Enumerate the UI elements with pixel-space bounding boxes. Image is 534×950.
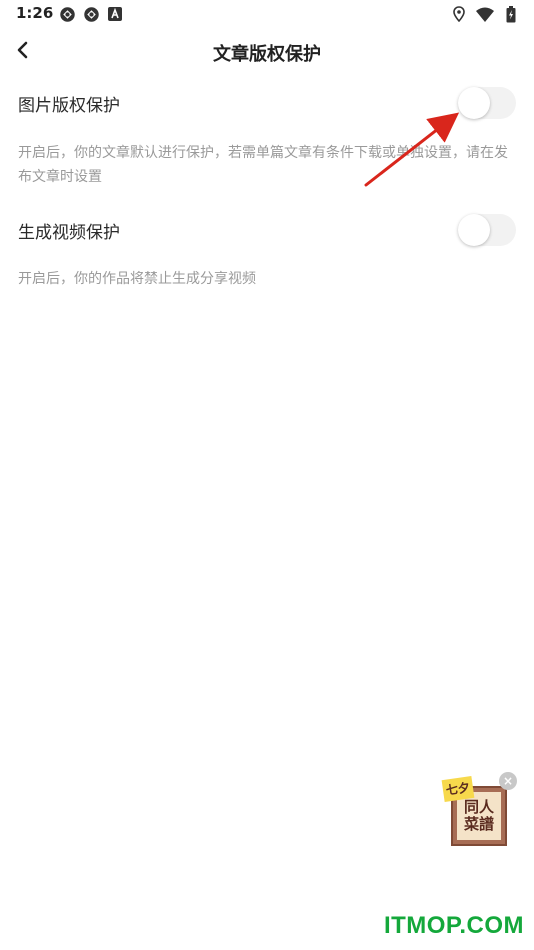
toggle-knob xyxy=(458,214,490,246)
wifi-icon xyxy=(476,5,494,23)
setting-label: 生成视频保护 xyxy=(18,223,120,243)
ad-sticker: 七夕 xyxy=(441,776,475,802)
location-icon xyxy=(450,5,468,23)
image-copyright-toggle[interactable] xyxy=(458,87,516,119)
setting-description: 开启后，你的文章默认进行保护，若需单篇文章有条件下载或单独设置，请在发布文章时设… xyxy=(18,145,508,185)
sync-icon xyxy=(58,5,76,23)
status-icons-right xyxy=(450,5,520,23)
sync-icon xyxy=(82,5,100,23)
toggle-knob xyxy=(458,87,490,119)
page-title: 文章版权保护 xyxy=(213,44,321,65)
video-protection-toggle[interactable] xyxy=(458,214,516,246)
watermark-logo: ITMOP.COM xyxy=(383,912,524,939)
setting-description: 开启后，你的作品将禁止生成分享视频 xyxy=(18,271,256,287)
top-bar: 文章版权保护 xyxy=(0,27,534,77)
status-icons-left xyxy=(58,5,124,23)
ad-title-line2: 菜譜 xyxy=(463,815,494,833)
status-bar: 1:26 xyxy=(0,0,534,27)
battery-icon xyxy=(502,5,520,23)
setting-row-video-protection: 生成视频保护 xyxy=(0,210,534,250)
setting-label: 图片版权保护 xyxy=(18,96,120,116)
font-a-icon xyxy=(106,5,124,23)
screen: 1:26 文章版权保护 图片版权保护 开启后，你的文章默认进行保护，若需单篇文章… xyxy=(0,0,534,950)
status-time: 1:26 xyxy=(16,4,54,22)
setting-row-image-copyright: 图片版权保护 xyxy=(0,83,534,123)
ad-title-line1: 同人 xyxy=(463,798,494,816)
floating-ad[interactable]: 同人 菜譜 七夕 xyxy=(441,776,509,846)
ad-close-button[interactable]: × xyxy=(499,772,517,790)
